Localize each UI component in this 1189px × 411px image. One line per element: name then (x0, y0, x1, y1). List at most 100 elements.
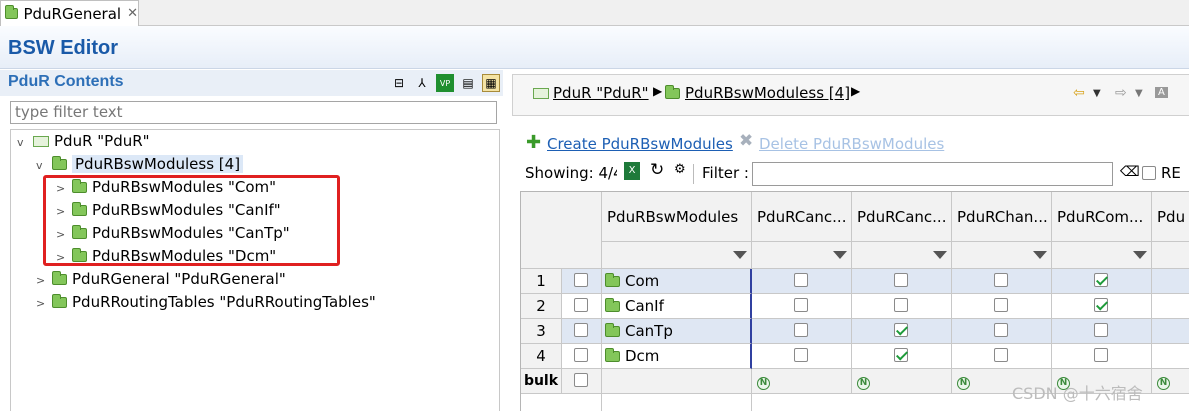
checkbox[interactable] (1094, 348, 1108, 362)
bulk-cell: N (852, 369, 952, 394)
checkbox[interactable] (794, 298, 808, 312)
column-header[interactable]: PduRCanc... (752, 192, 852, 242)
checkbox[interactable] (1094, 323, 1108, 337)
checkbox[interactable] (994, 348, 1008, 362)
tab-label: PduRGeneral (23, 4, 122, 23)
check-cell (852, 344, 952, 369)
chevron-down-icon[interactable]: ▼ (1135, 88, 1143, 99)
column-header[interactable]: PduRBswModules (602, 192, 752, 242)
folder-icon (5, 5, 19, 19)
checkbox[interactable] (894, 298, 908, 312)
regex-checkbox[interactable] (1142, 166, 1156, 180)
check-cell (1152, 269, 1189, 294)
checkbox[interactable] (894, 273, 908, 287)
row-number[interactable]: 4 (521, 344, 562, 369)
column-filter[interactable] (1052, 242, 1152, 269)
contents-tree: v PduR "PduR" v PduRBswModuless [4] > PduRB… (10, 129, 500, 411)
row-number[interactable]: 1 (521, 269, 562, 294)
row-checkbox[interactable] (574, 298, 588, 312)
module-name-cell[interactable]: Dcm (602, 344, 752, 369)
clear-filter-icon[interactable]: ⌫ (1120, 164, 1140, 180)
column-header[interactable]: PduRChan... (952, 192, 1052, 242)
chevron-right-icon[interactable]: > (36, 293, 52, 315)
checkbox[interactable] (994, 273, 1008, 287)
column-filter[interactable] (752, 242, 852, 269)
excel-icon[interactable]: X (624, 162, 640, 180)
row-checkbox[interactable] (574, 273, 588, 287)
checkbox[interactable] (994, 298, 1008, 312)
breadcrumb-child[interactable]: PduRBswModuless [4] (685, 84, 850, 102)
module-name: Dcm (625, 347, 660, 365)
bulk-label: bulk (521, 369, 562, 394)
funnel-icon[interactable] (833, 251, 847, 259)
text-mode-icon[interactable]: A (1155, 87, 1168, 98)
tree-node-label: PduRBswModuless [4] (72, 155, 244, 173)
arrow-right-icon: ▶ (851, 84, 861, 98)
tree-node[interactable]: v PduR "PduR" (17, 130, 150, 152)
n-icon[interactable]: N (1157, 377, 1170, 390)
checkbox-checked[interactable] (1094, 273, 1108, 287)
refresh-icon[interactable]: ↻ (650, 160, 664, 180)
row-number[interactable]: 3 (521, 319, 562, 344)
folder-icon (52, 294, 67, 308)
module-name: CanIf (625, 297, 664, 315)
column-header[interactable]: PduRCom... (1052, 192, 1152, 242)
tree-node[interactable]: > PduRGeneral "PduRGeneral" (36, 268, 286, 290)
column-filter[interactable] (852, 242, 952, 269)
tree-node-selected[interactable]: v PduRBswModuless [4] (36, 153, 244, 177)
funnel-icon[interactable] (933, 251, 947, 259)
module-name-cell[interactable]: Com (602, 269, 752, 294)
column-filter[interactable] (952, 242, 1052, 269)
breadcrumb-root[interactable]: PduR "PduR" (553, 84, 649, 102)
package-icon (33, 136, 49, 147)
document-icon[interactable]: ▤ (459, 74, 477, 92)
module-name-cell[interactable]: CanIf (602, 294, 752, 319)
funnel-icon[interactable] (733, 251, 747, 259)
settings-icon[interactable]: ⚙ (674, 162, 686, 177)
check-cell (852, 319, 952, 344)
folder-icon (605, 348, 620, 362)
details-pane: PduR "PduR" ▶ PduRBswModuless [4] ▶ ⇦ ▼ … (512, 70, 1189, 411)
editor-tab-strip: PduRGeneral ✕ (0, 0, 1189, 26)
checkbox[interactable] (794, 273, 808, 287)
checkbox-checked[interactable] (894, 348, 908, 362)
column-filter[interactable] (1152, 242, 1189, 269)
chevron-down-icon[interactable]: v (36, 155, 52, 177)
module-name-cell[interactable]: CanTp (602, 319, 752, 344)
funnel-icon[interactable] (1033, 251, 1047, 259)
editor-title: BSW Editor (8, 37, 118, 59)
checkbox[interactable] (994, 323, 1008, 337)
bulk-checkbox[interactable] (574, 373, 588, 387)
checkbox[interactable] (794, 323, 808, 337)
create-link[interactable]: Create PduRBswModules (547, 135, 733, 153)
chevron-right-icon[interactable]: > (36, 270, 52, 292)
hierarchy-icon[interactable]: ⅄ (413, 74, 431, 92)
row-checkbox[interactable] (574, 348, 588, 362)
add-icon[interactable]: ✚ (526, 132, 541, 153)
table-view-icon[interactable]: ▦ (482, 74, 500, 92)
checkbox[interactable] (794, 348, 808, 362)
funnel-icon[interactable] (1133, 251, 1147, 259)
row-checkbox[interactable] (574, 323, 588, 337)
column-filter[interactable] (602, 242, 752, 269)
n-icon[interactable]: N (857, 377, 870, 390)
column-header[interactable]: PduRCanc... (852, 192, 952, 242)
n-icon[interactable]: N (757, 377, 770, 390)
vp-res-icon[interactable]: VP (436, 74, 454, 92)
table-filter-input[interactable] (752, 162, 1113, 186)
back-icon[interactable]: ⇦ (1073, 85, 1085, 101)
collapse-all-icon[interactable]: ⊟ (390, 74, 408, 92)
chevron-down-icon[interactable]: v (17, 132, 33, 154)
n-icon[interactable]: N (957, 377, 970, 390)
column-header[interactable]: Pdu (1152, 192, 1189, 242)
check-cell (1052, 344, 1152, 369)
checkbox-checked[interactable] (1094, 298, 1108, 312)
row-number[interactable]: 2 (521, 294, 562, 319)
close-icon[interactable]: ✕ (127, 6, 138, 21)
checkbox-checked[interactable] (894, 323, 908, 337)
chevron-down-icon[interactable]: ▼ (1093, 88, 1101, 99)
tree-filter-input[interactable]: type filter text (10, 101, 497, 124)
tree-node[interactable]: > PduRRoutingTables "PduRRoutingTables" (36, 291, 376, 313)
forward-icon[interactable]: ⇨ (1115, 85, 1127, 101)
tab-pdurgeneral[interactable]: PduRGeneral ✕ (0, 0, 139, 26)
